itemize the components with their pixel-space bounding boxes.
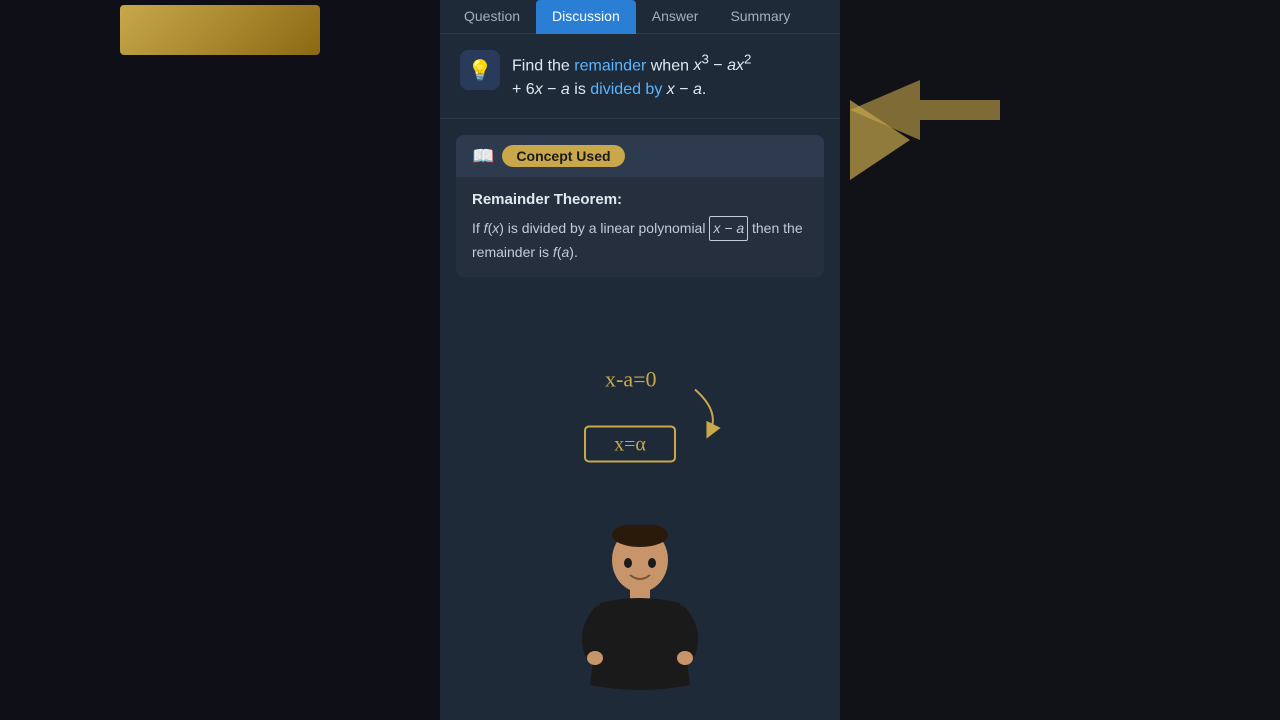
right-hand bbox=[677, 651, 693, 665]
theorem-box: x − a bbox=[709, 216, 748, 240]
concept-header: 📖 Concept Used bbox=[456, 135, 824, 177]
left-panel-decoration bbox=[120, 5, 320, 55]
left-eye bbox=[624, 558, 632, 568]
right-panel bbox=[840, 0, 1280, 720]
theorem-text: If f(x) is divided by a linear polynomia… bbox=[472, 216, 808, 263]
math-drawing-area: x-a=0 x=α bbox=[440, 293, 840, 520]
book-icon: 📖 bbox=[472, 146, 494, 167]
q-when: when bbox=[646, 57, 693, 74]
left-panel bbox=[0, 0, 440, 720]
person-figure bbox=[580, 520, 700, 710]
person-svg bbox=[580, 525, 700, 710]
equation1-text: x-a=0 bbox=[605, 367, 657, 392]
concept-section: 📖 Concept Used Remainder Theorem: If f(x… bbox=[456, 135, 824, 277]
equation2-text: x=α bbox=[614, 434, 646, 456]
annotation-arrow bbox=[695, 390, 713, 432]
concept-body: Remainder Theorem: If f(x) is divided by… bbox=[456, 177, 824, 277]
person-area bbox=[440, 520, 840, 720]
q-highlight-divided: divided by bbox=[590, 81, 662, 98]
tab-bar: Question Discussion Answer Summary bbox=[440, 0, 840, 34]
arrow-decoration bbox=[850, 80, 1000, 140]
bulb-icon: 💡 bbox=[460, 50, 500, 90]
tab-answer[interactable]: Answer bbox=[636, 0, 715, 34]
q-math: x3 − ax2 bbox=[693, 57, 751, 74]
concept-badge: Concept Used bbox=[502, 145, 624, 167]
theorem-prefix: If f(x) is divided by a linear polynomia… bbox=[472, 220, 709, 236]
q-highlight-remainder: remainder bbox=[574, 57, 646, 74]
theorem-title: Remainder Theorem: bbox=[472, 191, 808, 208]
right-panel-svg bbox=[840, 0, 1280, 720]
q-prefix: Find the bbox=[512, 57, 574, 74]
center-panel: Question Discussion Answer Summary 💡 Fin… bbox=[440, 0, 840, 720]
right-eye bbox=[648, 558, 656, 568]
question-text: Find the remainder when x3 − ax2 + 6x − … bbox=[512, 50, 751, 102]
left-arm bbox=[591, 615, 600, 655]
tab-discussion[interactable]: Discussion bbox=[536, 0, 636, 34]
tab-question[interactable]: Question bbox=[448, 0, 536, 34]
right-arm bbox=[680, 615, 689, 655]
q-end: x − a. bbox=[662, 81, 706, 98]
math-svg: x-a=0 x=α bbox=[440, 293, 840, 520]
q-line2: + 6x − a is bbox=[512, 81, 590, 98]
left-panel-content bbox=[0, 0, 440, 720]
question-area: 💡 Find the remainder when x3 − ax2 + 6x … bbox=[440, 34, 840, 119]
tab-summary[interactable]: Summary bbox=[714, 0, 806, 34]
left-hand bbox=[587, 651, 603, 665]
